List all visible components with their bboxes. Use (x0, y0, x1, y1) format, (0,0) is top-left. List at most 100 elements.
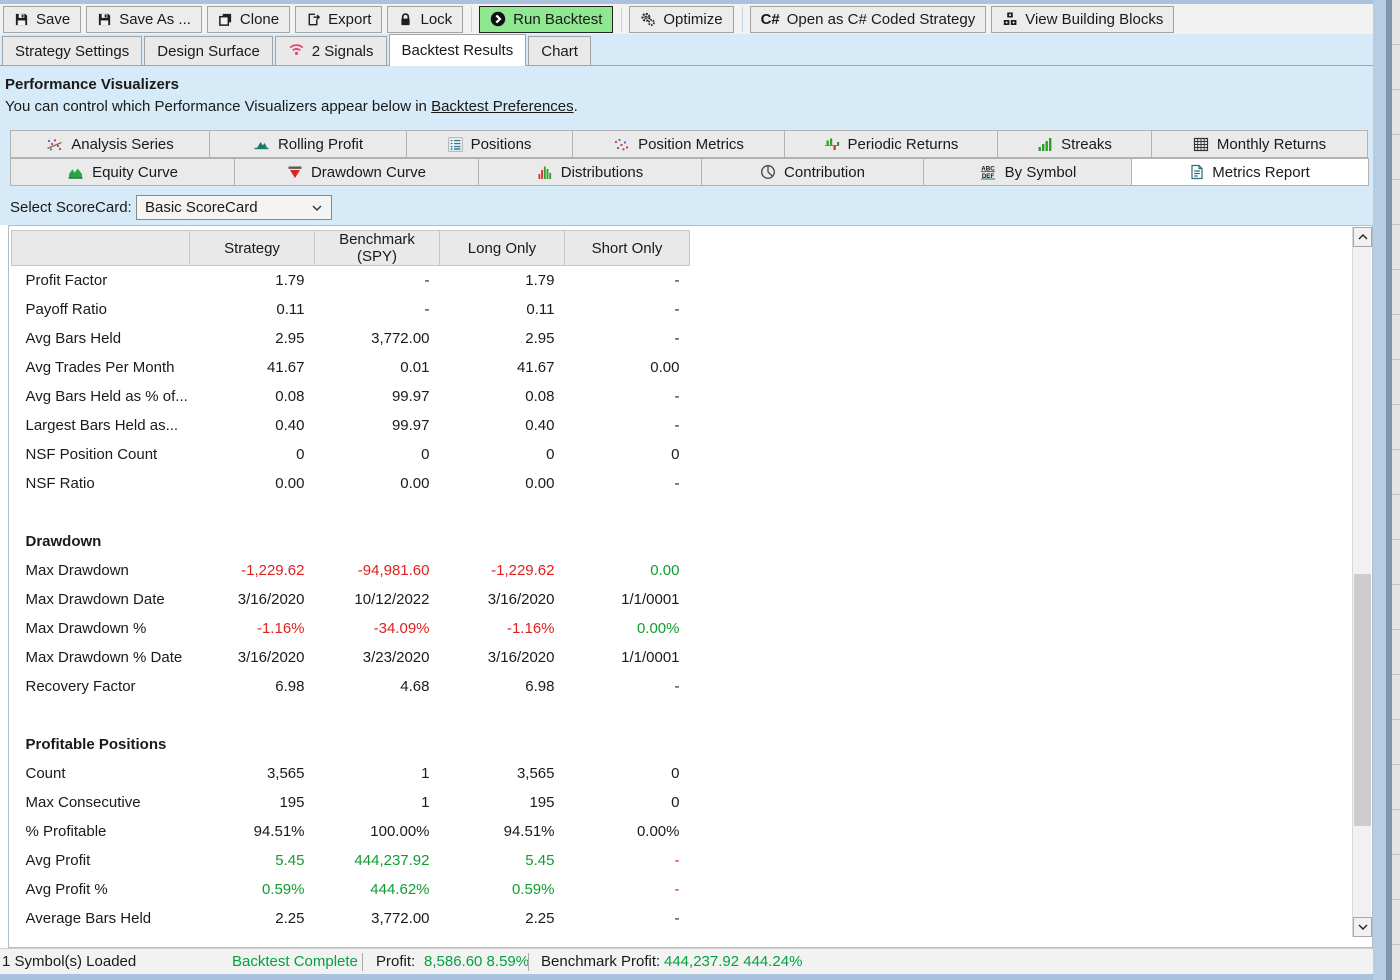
toolbar-separator (742, 7, 743, 32)
scrollbar-up-button[interactable] (1353, 227, 1372, 247)
viz-tab-equity-curve[interactable]: Equity Curve (10, 158, 235, 186)
metric-value: 0.00% (565, 817, 690, 846)
viz-tab-label: Rolling Profit (278, 136, 363, 153)
contribution-icon (760, 164, 776, 180)
metric-value: - (565, 846, 690, 875)
metric-value: 3/16/2020 (440, 643, 565, 672)
metric-row[interactable]: Recovery Factor6.984.686.98- (12, 672, 690, 701)
viz-tab-monthly-returns[interactable]: Monthly Returns (1151, 130, 1368, 158)
viz-tab-contribution[interactable]: Contribution (701, 158, 924, 186)
clone-button-label: Clone (240, 11, 279, 28)
open-csharp-strategy-button[interactable]: C# Open as C# Coded Strategy (750, 6, 987, 33)
metric-value: 4.68 (315, 672, 440, 701)
metric-row[interactable]: Avg Trades Per Month41.670.0141.670.00 (12, 353, 690, 382)
position-metrics-icon (613, 137, 630, 152)
page-title: Performance Visualizers (5, 76, 179, 93)
metric-row[interactable]: Avg Bars Held2.953,772.002.95- (12, 324, 690, 353)
backtest-preferences-link[interactable]: Backtest Preferences (431, 98, 574, 115)
metric-row[interactable]: Max Drawdown-1,229.62-94,981.60-1,229.62… (12, 556, 690, 585)
open-csharp-strategy-button-label: Open as C# Coded Strategy (787, 11, 975, 28)
page-subtitle: You can control which Performance Visual… (5, 98, 578, 115)
viz-tab-periodic-returns[interactable]: Periodic Returns (784, 130, 998, 158)
viz-tab-position-metrics[interactable]: Position Metrics (572, 130, 785, 158)
metric-value: - (565, 295, 690, 324)
metrics-report-icon (1190, 164, 1204, 180)
metric-row[interactable]: Max Consecutive19511950 (12, 788, 690, 817)
save-button[interactable]: Save (3, 6, 81, 33)
metric-label: Profitable Positions (12, 730, 190, 759)
metric-value (315, 498, 440, 527)
viz-tab-distributions[interactable]: Distributions (478, 158, 702, 186)
metric-row[interactable]: % Profitable94.51%100.00%94.51%0.00% (12, 817, 690, 846)
metric-value: 99.97 (315, 382, 440, 411)
rolling-profit-icon (253, 137, 270, 151)
save-as-button[interactable]: Save As ... (86, 6, 202, 33)
metric-row[interactable]: Max Drawdown %-1.16%-34.09%-1.16%0.00% (12, 614, 690, 643)
viz-tab-drawdown-curve[interactable]: Drawdown Curve (234, 158, 479, 186)
viz-tab-analysis-series[interactable]: Analysis Series (10, 130, 210, 158)
view-building-blocks-button[interactable]: View Building Blocks (991, 6, 1174, 33)
run-backtest-button[interactable]: Run Backtest (479, 6, 613, 33)
metric-value: 0.00 (565, 353, 690, 382)
tab-backtest-results[interactable]: Backtest Results (389, 34, 527, 66)
viz-tab-streaks[interactable]: Streaks (997, 130, 1152, 158)
tab-signals[interactable]: 2 Signals (275, 36, 387, 65)
metric-row[interactable]: Count3,56513,5650 (12, 759, 690, 788)
scorecard-dropdown[interactable]: Basic ScoreCard (136, 195, 332, 220)
visualizer-tab-row-2: Equity Curve Drawdown Curve Distribution… (10, 158, 1368, 186)
viz-tab-rolling-profit[interactable]: Rolling Profit (209, 130, 407, 158)
clone-icon (218, 12, 233, 27)
metric-row[interactable]: NSF Position Count0000 (12, 440, 690, 469)
optimize-button[interactable]: Optimize (629, 6, 733, 33)
metric-value: 0.00% (565, 614, 690, 643)
run-backtest-button-label: Run Backtest (513, 11, 602, 28)
metric-row[interactable]: NSF Ratio0.000.000.00- (12, 469, 690, 498)
metric-value: 41.67 (440, 353, 565, 382)
viz-tab-metrics-report[interactable]: Metrics Report (1131, 158, 1369, 186)
symbols-loaded-status: 1 Symbol(s) Loaded (2, 953, 136, 970)
metric-row[interactable]: Largest Bars Held as...0.4099.970.40- (12, 411, 690, 440)
export-button[interactable]: Export (295, 6, 382, 33)
metric-value: 0 (190, 440, 315, 469)
metric-value: 3/16/2020 (190, 585, 315, 614)
analysis-series-icon (46, 137, 63, 152)
toolbar: Save Save As ... Clone Export Lock Run B… (0, 4, 1373, 34)
chevron-down-icon (311, 199, 323, 216)
metric-row[interactable]: Avg Bars Held as % of...0.0899.970.08- (12, 382, 690, 411)
column-header-strategy: Strategy (190, 231, 315, 266)
metric-row[interactable]: Average Bars Held2.253,772.002.25- (12, 904, 690, 933)
section-header-row: Profitable Positions (12, 730, 690, 759)
vertical-scrollbar[interactable] (1352, 227, 1371, 937)
metric-value: 1 (315, 759, 440, 788)
scrollbar-down-button[interactable] (1353, 917, 1372, 937)
metric-row[interactable]: Profit Factor1.79-1.79- (12, 266, 690, 295)
viz-tab-label: Distributions (561, 164, 644, 181)
scrollbar-thumb[interactable] (1354, 574, 1371, 826)
metric-row[interactable]: Avg Profit5.45444,237.925.45- (12, 846, 690, 875)
metric-label: Avg Profit (12, 846, 190, 875)
metric-label: NSF Position Count (12, 440, 190, 469)
metric-row[interactable]: Avg Profit %0.59%444.62%0.59%- (12, 875, 690, 904)
spacer-row (12, 701, 690, 730)
metric-row[interactable]: Max Drawdown Date3/16/202010/12/20223/16… (12, 585, 690, 614)
metric-row[interactable]: Max Drawdown % Date3/16/20203/23/20203/1… (12, 643, 690, 672)
viz-tab-by-symbol[interactable]: ABCDEF By Symbol (923, 158, 1132, 186)
viz-tab-positions[interactable]: Positions (406, 130, 573, 158)
tab-chart[interactable]: Chart (528, 36, 591, 65)
metric-value: -34.09% (315, 614, 440, 643)
metric-value: - (565, 672, 690, 701)
lock-button[interactable]: Lock (387, 6, 463, 33)
metric-value: 195 (440, 788, 565, 817)
metric-label: Avg Bars Held as % of... (12, 382, 190, 411)
streaks-icon (1037, 137, 1053, 152)
tab-design-surface[interactable]: Design Surface (144, 36, 273, 65)
export-icon (306, 12, 321, 27)
save-button-label: Save (36, 11, 70, 28)
tab-strategy-settings[interactable]: Strategy Settings (2, 36, 142, 65)
metric-value (315, 701, 440, 730)
metric-value (190, 498, 315, 527)
metric-row[interactable]: Payoff Ratio0.11-0.11- (12, 295, 690, 324)
spacer-row (12, 498, 690, 527)
window-bottom-edge (0, 974, 1373, 980)
clone-button[interactable]: Clone (207, 6, 290, 33)
